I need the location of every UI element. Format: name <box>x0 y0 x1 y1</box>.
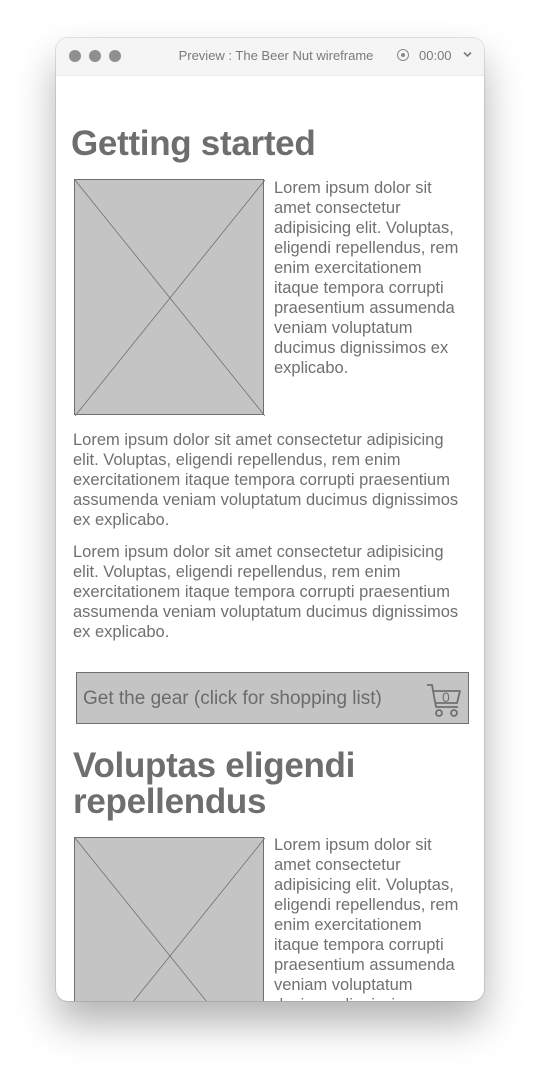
section-heading: Getting started <box>71 124 316 163</box>
placeholder-cross-icon <box>75 180 265 416</box>
gear-button-label: Get the gear (click for shopping list) <box>83 688 382 709</box>
cart-count: 0 <box>442 689 450 705</box>
image-placeholder <box>74 837 265 1001</box>
title-bar: Preview : The Beer Nut wireframe 00:00 <box>56 38 484 76</box>
placeholder-cross-icon <box>75 838 265 1001</box>
body-paragraph: Lorem ipsum dolor sit amet consectetur a… <box>73 543 459 641</box>
float-paragraph: Lorem ipsum dolor sit amet consectetur a… <box>274 179 459 377</box>
chevron-down-icon[interactable] <box>463 51 472 58</box>
page-content: Getting started Lorem ipsum dolor sit am… <box>56 75 484 1001</box>
body-paragraph: Lorem ipsum dolor sit amet consectetur a… <box>73 431 459 529</box>
section-heading: Voluptas eligendi repellendus <box>73 746 356 821</box>
preview-window: Preview : The Beer Nut wireframe 00:00 G… <box>56 38 484 1001</box>
record-icon[interactable] <box>397 49 409 61</box>
get-the-gear-button[interactable]: Get the gear (click for shopping list) 0 <box>76 672 469 724</box>
timer-readout: 00:00 <box>419 48 452 63</box>
image-placeholder <box>74 179 265 416</box>
float-paragraph: Lorem ipsum dolor sit amet consectetur a… <box>274 836 459 1001</box>
